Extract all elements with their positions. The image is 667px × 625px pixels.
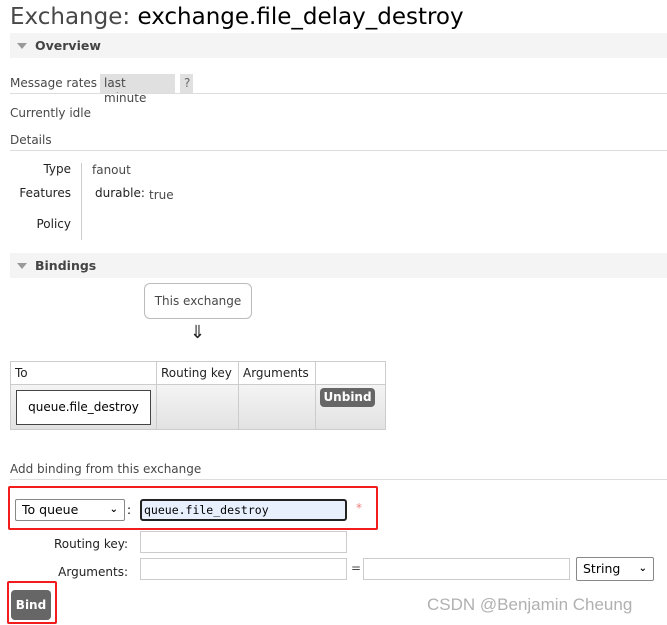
- overview-section-toggle[interactable]: Overview: [10, 33, 667, 58]
- chevron-down-icon: ⌄: [638, 563, 647, 574]
- routing-key-label: Routing key:: [54, 537, 128, 551]
- bind-button[interactable]: Bind: [11, 590, 51, 620]
- destination-type-value: To queue: [22, 502, 79, 517]
- bindings-title: Bindings: [35, 258, 97, 273]
- unbind-button[interactable]: Unbind: [320, 388, 375, 407]
- bindings-table: To Routing key Arguments queue.file_dest…: [10, 361, 386, 430]
- routing-key-cell: [156, 384, 239, 430]
- table-header-row: To Routing key Arguments: [10, 361, 386, 385]
- table-row: queue.file_destroy Unbind: [10, 384, 386, 430]
- help-button[interactable]: ?: [180, 74, 193, 93]
- column-actions: [315, 361, 386, 385]
- details-divider: [81, 163, 82, 240]
- divider: [10, 150, 667, 151]
- equals-sign: =: [351, 561, 362, 575]
- collapse-triangle-icon: [17, 263, 27, 269]
- argument-type-value: String: [583, 561, 621, 576]
- required-mark: *: [356, 501, 362, 515]
- arguments-cell: [238, 384, 316, 430]
- column-arguments: Arguments: [238, 361, 316, 385]
- divider: [10, 479, 667, 480]
- argument-type-select[interactable]: String ⌄: [576, 557, 654, 581]
- this-exchange-box: This exchange: [144, 283, 252, 319]
- page-title: Exchange: exchange.file_delay_destroy: [10, 4, 464, 30]
- chevron-down-icon: ⌄: [109, 504, 118, 515]
- durable-value: true: [149, 188, 174, 202]
- destination-input[interactable]: queue.file_destroy: [140, 499, 347, 521]
- collapse-triangle-icon: [17, 43, 27, 49]
- overview-title: Overview: [35, 38, 101, 53]
- features-label: Features: [19, 186, 71, 200]
- details-heading: Details: [10, 133, 52, 147]
- destination-type-select[interactable]: To queue ⌄: [15, 499, 125, 521]
- message-rates-label: Message rates: [10, 76, 98, 90]
- watermark: CSDN @Benjamin Cheung: [427, 595, 633, 614]
- durable-label: durable:: [95, 186, 145, 200]
- divider: [10, 93, 667, 94]
- column-routing-key: Routing key: [156, 361, 239, 385]
- colon: :: [127, 503, 132, 517]
- bindings-section-toggle[interactable]: Bindings: [10, 253, 667, 278]
- queue-link[interactable]: queue.file_destroy: [16, 389, 151, 425]
- rate-range-button[interactable]: last minute: [100, 74, 175, 105]
- column-to: To: [10, 361, 157, 385]
- exchange-name: exchange.file_delay_destroy: [137, 4, 464, 30]
- routing-key-input[interactable]: [140, 531, 347, 553]
- arguments-label: Arguments:: [58, 565, 128, 579]
- type-label: Type: [43, 162, 71, 176]
- argument-key-input[interactable]: [140, 558, 347, 580]
- add-binding-heading: Add binding from this exchange: [10, 462, 202, 476]
- down-arrow-icon: ⇓: [190, 322, 206, 343]
- title-label: Exchange:: [10, 4, 131, 30]
- policy-label: Policy: [36, 217, 71, 231]
- argument-value-input[interactable]: [363, 558, 570, 580]
- type-value: fanout: [92, 163, 131, 177]
- idle-status: Currently idle: [10, 106, 91, 120]
